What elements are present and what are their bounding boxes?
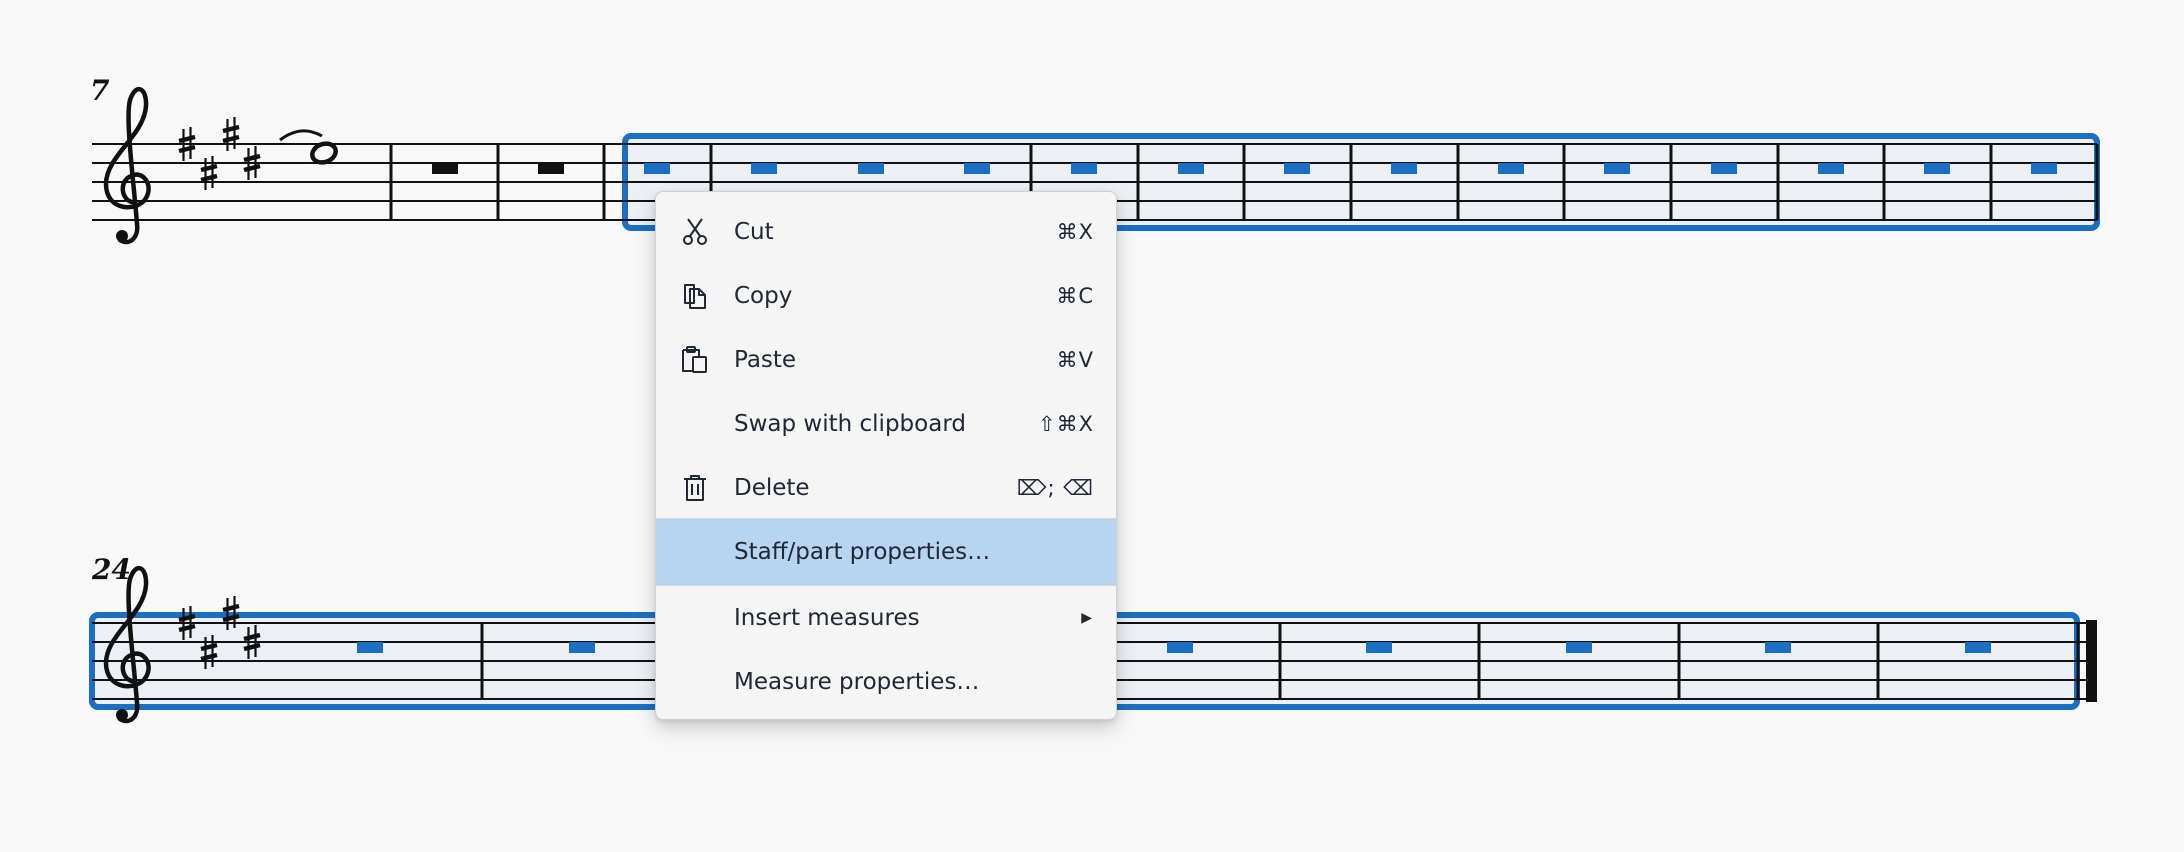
final-barline xyxy=(2086,620,2097,702)
context-menu: Cut ⌘X Copy ⌘C Paste ⌘V Swap with clipbo… xyxy=(655,191,1117,720)
menu-item-insert-measures[interactable]: Insert measures ▶ xyxy=(656,586,1116,650)
menu-label: Swap with clipboard xyxy=(734,411,966,437)
tie[interactable] xyxy=(279,129,323,142)
menu-label: Staff/part properties… xyxy=(734,539,991,565)
menu-item-copy[interactable]: Copy ⌘C xyxy=(656,264,1116,328)
menu-item-delete[interactable]: Delete ⌦; ⌫ xyxy=(656,456,1116,520)
measure-number: 7 xyxy=(90,74,110,107)
menu-shortcut: ⌘V xyxy=(1056,348,1094,372)
menu-label: Cut xyxy=(734,219,774,245)
menu-label: Insert measures xyxy=(734,605,920,631)
trash-icon xyxy=(679,473,711,503)
menu-item-staff-part-properties[interactable]: Staff/part properties… xyxy=(656,519,1116,585)
menu-label: Copy xyxy=(734,283,793,309)
menu-item-paste[interactable]: Paste ⌘V xyxy=(656,328,1116,392)
menu-shortcut: ⌘X xyxy=(1056,220,1094,244)
menu-label: Delete xyxy=(734,475,810,501)
menu-shortcut: ⌦; ⌫ xyxy=(1016,476,1094,500)
scissors-icon xyxy=(679,217,711,247)
paste-icon xyxy=(679,345,711,375)
copy-icon xyxy=(679,281,711,311)
measure-number: 24 xyxy=(92,553,131,586)
menu-shortcut: ⌘C xyxy=(1056,284,1094,308)
submenu-arrow-icon: ▶ xyxy=(1081,610,1092,626)
menu-item-swap-with-clipboard[interactable]: Swap with clipboard ⇧⌘X xyxy=(656,392,1116,456)
menu-shortcut: ⇧⌘X xyxy=(1038,412,1094,436)
key-signature xyxy=(179,117,260,190)
menu-label: Measure properties… xyxy=(734,669,980,695)
menu-item-cut[interactable]: Cut ⌘X xyxy=(656,200,1116,264)
menu-label: Paste xyxy=(734,347,797,373)
menu-item-measure-properties[interactable]: Measure properties… xyxy=(656,650,1116,714)
